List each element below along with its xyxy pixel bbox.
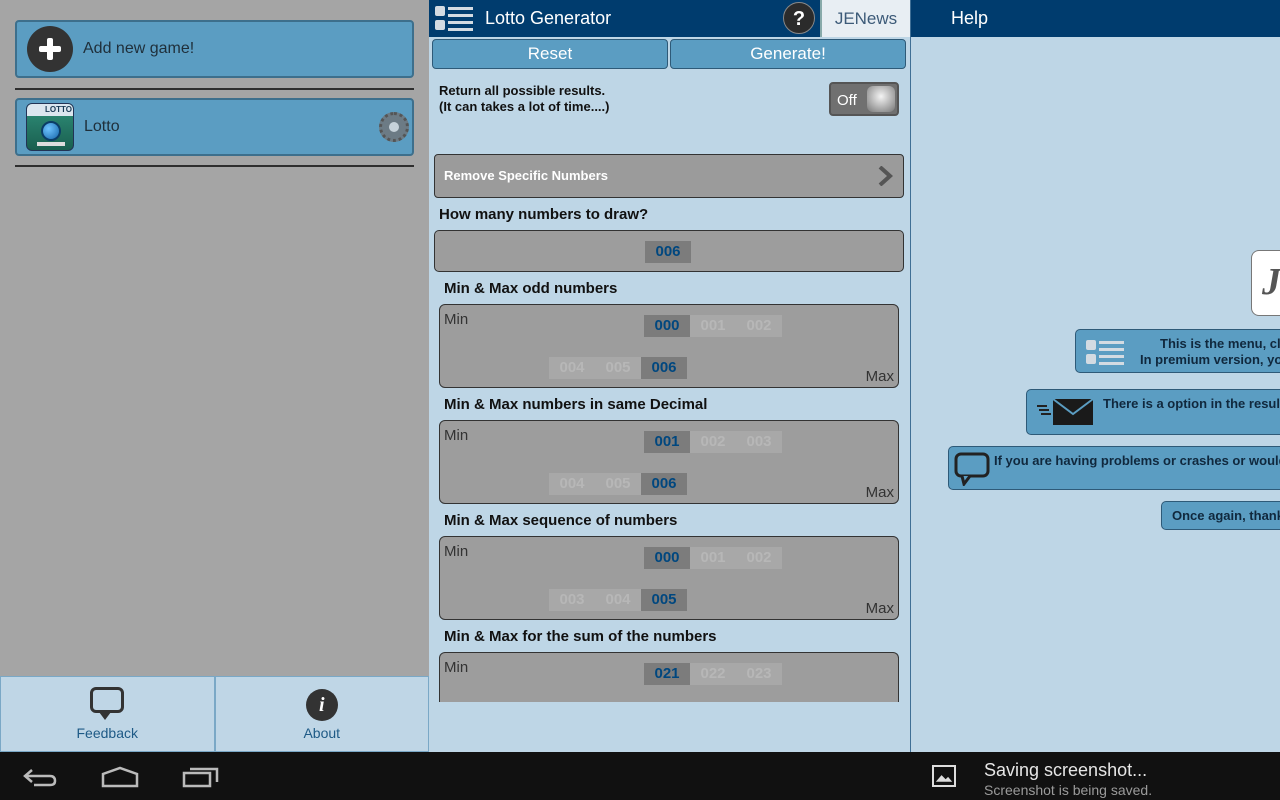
decimal-min-option[interactable]: 001 — [644, 431, 690, 453]
tab-jenews[interactable]: JENews — [820, 0, 910, 37]
help-problem-tip: If you are having problems or crashes or… — [948, 446, 1280, 490]
speech-bubble-icon — [90, 687, 125, 720]
min-label: Min — [444, 659, 469, 676]
menu-icon[interactable] — [435, 4, 475, 32]
sum-picker[interactable]: Min 021 022 023 — [439, 652, 899, 702]
lotto-logo-icon: LOTTO — [26, 103, 74, 151]
game-item-label: Lotto — [84, 118, 120, 135]
game-drawer: Add new game! LOTTO Lotto Feedback i Abo… — [0, 0, 429, 752]
help-thanks-text: Once again, thank — [1172, 508, 1280, 523]
decimal-title: Min & Max numbers in same Decimal — [444, 396, 708, 413]
toggle-knob — [867, 86, 895, 112]
return-all-line1: Return all possible results. — [439, 83, 606, 98]
return-all-toggle[interactable]: Off — [829, 82, 899, 116]
decimal-max-option[interactable]: 006 — [641, 473, 687, 495]
sequence-min-option[interactable]: 001 — [690, 547, 736, 569]
gear-icon[interactable] — [379, 112, 409, 142]
system-navigation-bar: Saving screenshot... Screenshot is being… — [0, 752, 1280, 800]
plus-icon — [27, 26, 73, 72]
menu-icon — [1086, 340, 1124, 365]
drawer-footer: Feedback i About — [0, 676, 429, 752]
min-label: Min — [444, 311, 469, 328]
sum-title: Min & Max for the sum of the numbers — [444, 628, 717, 645]
decimal-picker[interactable]: Min Max 001 002 003 004 005 006 — [439, 420, 899, 504]
max-label: Max — [865, 368, 894, 385]
decimal-max-option[interactable]: 005 — [595, 473, 641, 495]
help-menu-tip: This is the menu, cli In premium version… — [1075, 329, 1280, 373]
divider — [15, 88, 414, 90]
generator-panel: Lotto Generator ? JENews Reset Generate!… — [429, 0, 910, 752]
odd-picker[interactable]: Min Max 000 001 002 004 005 006 — [439, 304, 899, 388]
recent-apps-icon[interactable] — [182, 766, 220, 788]
help-thanks-tip: Once again, thank — [1161, 501, 1280, 530]
feedback-label: Feedback — [76, 725, 138, 741]
draw-count-title: How many numbers to draw? — [439, 206, 649, 223]
decimal-max-option[interactable]: 004 — [549, 473, 595, 495]
help-option-text: There is a option in the result — [1103, 396, 1280, 411]
game-item-lotto[interactable]: LOTTO Lotto — [15, 98, 414, 156]
sum-min-option[interactable]: 023 — [736, 663, 782, 685]
info-icon: i — [305, 689, 338, 721]
return-all-line2: (It can takes a lot of time....) — [439, 99, 610, 114]
help-menu-line2: In premium version, yo — [1140, 352, 1280, 367]
odd-max-option[interactable]: 006 — [641, 357, 687, 379]
help-problem-text: If you are having problems or crashes or… — [994, 453, 1280, 468]
decimal-min-option[interactable]: 003 — [736, 431, 782, 453]
return-all-description: Return all possible results. (It can tak… — [439, 83, 609, 115]
about-label: About — [303, 725, 341, 741]
about-button[interactable]: i About — [214, 676, 429, 752]
sequence-picker[interactable]: Min Max 000 001 002 003 004 005 — [439, 536, 899, 620]
sum-min-option[interactable]: 022 — [690, 663, 736, 685]
odd-title: Min & Max odd numbers — [444, 280, 618, 297]
notification-subtitle: Screenshot is being saved. — [984, 782, 1153, 798]
help-option-tip: There is a option in the result — [1026, 389, 1280, 435]
action-bar: Lotto Generator ? JENews — [429, 0, 910, 37]
help-title: Help — [951, 8, 989, 28]
odd-min-option[interactable]: 001 — [690, 315, 736, 337]
chevron-right-icon — [878, 166, 893, 186]
help-panel: Help J This is the menu, cli In premium … — [910, 0, 1280, 752]
help-menu-line1: This is the menu, cli — [1160, 336, 1280, 351]
reset-button[interactable]: Reset — [432, 39, 668, 69]
home-icon[interactable] — [101, 766, 139, 788]
envelope-icon — [1037, 398, 1094, 425]
toggle-state-label: Off — [837, 92, 857, 109]
speech-bubble-icon — [954, 452, 990, 486]
generate-button[interactable]: Generate! — [670, 39, 906, 69]
remove-specific-numbers-button[interactable]: Remove Specific Numbers — [434, 154, 904, 198]
draw-count-value[interactable]: 006 — [645, 241, 691, 263]
odd-max-option[interactable]: 005 — [595, 357, 641, 379]
max-label: Max — [865, 484, 894, 501]
image-icon — [932, 765, 956, 787]
sequence-max-option[interactable]: 005 — [641, 589, 687, 611]
remove-specific-label: Remove Specific Numbers — [444, 168, 609, 183]
add-game-label: Add new game! — [83, 40, 195, 57]
sequence-max-option[interactable]: 003 — [549, 589, 595, 611]
sequence-min-option[interactable]: 002 — [736, 547, 782, 569]
odd-max-option[interactable]: 004 — [549, 357, 595, 379]
app-title: Lotto Generator — [485, 8, 612, 28]
draw-count-picker[interactable]: 006 — [434, 230, 904, 272]
notification-title: Saving screenshot... — [984, 760, 1148, 780]
jenews-logo-icon: J — [1251, 250, 1280, 316]
feedback-button[interactable]: Feedback — [0, 676, 215, 752]
decimal-min-option[interactable]: 002 — [690, 431, 736, 453]
divider — [15, 165, 414, 167]
sequence-max-option[interactable]: 004 — [595, 589, 641, 611]
back-icon[interactable] — [22, 766, 58, 788]
min-label: Min — [444, 543, 469, 560]
help-bar: Help — [911, 0, 1280, 37]
add-new-game-button[interactable]: Add new game! — [15, 20, 414, 78]
odd-min-option[interactable]: 002 — [736, 315, 782, 337]
sequence-min-option[interactable]: 000 — [644, 547, 690, 569]
help-icon[interactable]: ? — [783, 2, 815, 34]
min-label: Min — [444, 427, 469, 444]
max-label: Max — [865, 600, 894, 617]
odd-min-option[interactable]: 000 — [644, 315, 690, 337]
sum-min-option[interactable]: 021 — [644, 663, 690, 685]
sequence-title: Min & Max sequence of numbers — [444, 512, 678, 529]
lotto-logo-text: LOTTO — [27, 104, 73, 116]
screenshot-notification[interactable]: Saving screenshot... Screenshot is being… — [984, 760, 1152, 798]
